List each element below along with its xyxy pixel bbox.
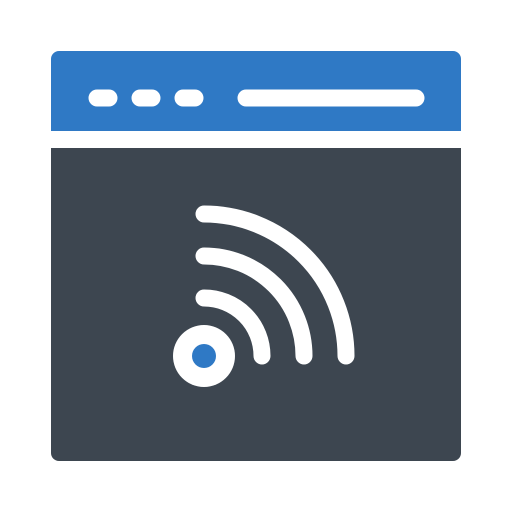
browser-rss-icon (0, 0, 512, 512)
window-body (51, 148, 461, 461)
rss-dot-inner (192, 344, 216, 368)
browser-window-graphic (51, 51, 461, 461)
